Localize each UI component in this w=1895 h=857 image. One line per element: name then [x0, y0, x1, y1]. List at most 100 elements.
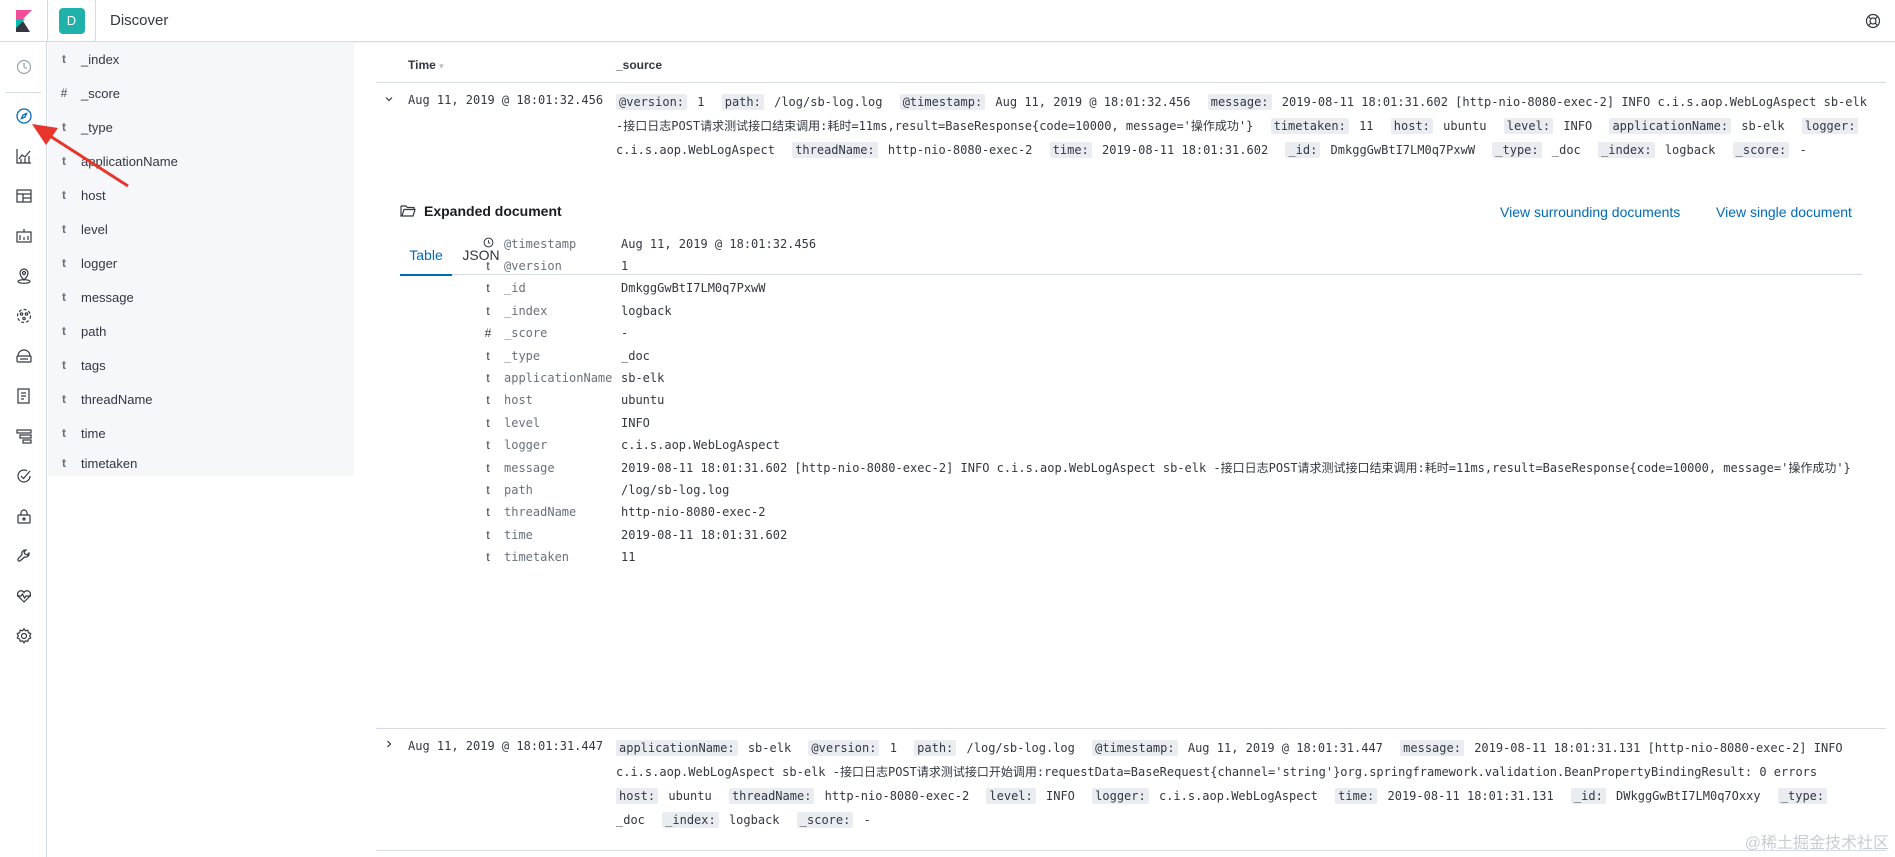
source-field-key: timetaken:: [1270, 118, 1349, 134]
nav-uptime[interactable]: [0, 459, 47, 493]
page-title: Discover: [110, 12, 169, 29]
field-item[interactable]: t host: [48, 178, 354, 212]
row-source: @version: 1 path: /log/sb-log.log @times…: [616, 90, 1872, 162]
source-field-key: time:: [1335, 788, 1378, 804]
field-name: level: [81, 221, 108, 237]
nav-maps[interactable]: [0, 259, 47, 293]
kibana-logo-icon: [15, 9, 32, 32]
nav-infrastructure[interactable]: [0, 339, 47, 373]
row-expand-toggle[interactable]: [382, 737, 396, 751]
source-field-value: _doc: [1551, 143, 1581, 157]
maps-icon: [16, 268, 31, 284]
field-item[interactable]: t path: [48, 314, 354, 348]
source-field-key: _index:: [662, 812, 719, 828]
field-type-icon: t: [62, 290, 66, 304]
doc-field-key: logger: [504, 438, 548, 453]
dev-tools-icon: [16, 549, 30, 562]
doc-field-key: message: [504, 460, 555, 475]
field-type-icon: t: [486, 258, 490, 273]
field-type-icon: t: [62, 392, 66, 406]
field-item[interactable]: t threadName: [48, 382, 354, 416]
nav-apm[interactable]: [0, 419, 47, 453]
tab-table[interactable]: Table: [400, 240, 452, 276]
field-type-icon: t: [486, 393, 490, 408]
expanded-document-title: Expanded document: [424, 203, 562, 219]
kibana-logo[interactable]: [0, 0, 48, 42]
field-type-icon: #: [484, 326, 492, 341]
field-name: message: [81, 289, 134, 305]
clock-icon: [480, 237, 496, 251]
nav-management[interactable]: [0, 619, 47, 653]
field-item[interactable]: t level: [48, 212, 354, 246]
source-field-key: message:: [1400, 740, 1464, 756]
column-header-time-label: Time: [408, 58, 436, 72]
view-surrounding-documents-link[interactable]: View surrounding documents: [1500, 204, 1680, 220]
field-type-icon: t: [62, 222, 66, 236]
space-avatar: D: [58, 7, 85, 34]
field-item[interactable]: t time: [48, 416, 354, 450]
chevron-right-icon: [387, 740, 392, 748]
field-item[interactable]: t timetaken: [48, 450, 354, 476]
source-field-key: applicationName:: [1609, 118, 1732, 134]
source-field-key: applicationName:: [616, 740, 738, 756]
help-menu-button[interactable]: [1861, 9, 1885, 33]
row-expand-toggle[interactable]: [382, 92, 396, 106]
source-field-value: 1: [697, 95, 705, 109]
field-name: _type: [81, 119, 113, 135]
nav-siem[interactable]: [0, 499, 47, 533]
field-name: tags: [81, 357, 106, 373]
space-selector[interactable]: D: [48, 0, 96, 42]
nav-canvas[interactable]: [0, 219, 47, 253]
field-item[interactable]: t tags: [48, 348, 354, 382]
watermark: @稀土掘金技术社区: [1744, 835, 1889, 852]
nav-dashboard[interactable]: [0, 179, 47, 213]
source-field-value: http-nio-8080-exec-2: [824, 789, 970, 803]
nav-logs[interactable]: [0, 379, 47, 413]
logs-icon: [16, 388, 30, 404]
nav-visualize[interactable]: [0, 139, 47, 173]
field-item[interactable]: t applicationName: [48, 144, 354, 178]
nav-divider: [6, 92, 41, 93]
source-field-key: _type:: [1777, 788, 1828, 804]
field-item[interactable]: t logger: [48, 246, 354, 280]
field-item[interactable]: t _index: [48, 42, 354, 76]
nav-machine-learning[interactable]: [0, 299, 47, 333]
source-field-key: level:: [986, 788, 1036, 804]
ml-icon: [16, 308, 31, 324]
doc-field-value: /log/sb-log.log: [621, 482, 730, 497]
doc-field-key: level: [504, 415, 541, 430]
source-field-value: DmkggGwBtI7LM0q7PxwW: [1330, 143, 1476, 157]
dashboard-icon: [15, 189, 32, 203]
doc-field-value: http-nio-8080-exec-2: [621, 505, 766, 520]
apm-icon: [15, 429, 32, 444]
source-field-key: threadName:: [792, 142, 878, 158]
view-single-document-link[interactable]: View single document: [1716, 204, 1852, 220]
source-field-value: /log/sb-log.log: [966, 741, 1075, 755]
nav-dev-tools[interactable]: [0, 539, 47, 573]
doc-field-value: sb-elk: [621, 370, 665, 385]
row-divider: [376, 850, 1886, 851]
row-time: Aug 11, 2019 @ 18:01:32.456: [408, 93, 604, 107]
field-name: applicationName: [81, 153, 178, 169]
field-type-icon: t: [486, 281, 490, 296]
source-field-key: @version:: [616, 94, 688, 110]
nav-discover[interactable]: [0, 99, 47, 133]
field-item[interactable]: t _type: [48, 110, 354, 144]
field-type-icon: t: [486, 370, 490, 385]
source-field-value: _doc: [616, 813, 645, 827]
nav-monitoring[interactable]: [0, 579, 47, 613]
field-name: _score: [81, 85, 121, 101]
column-header-time[interactable]: Time ▾: [408, 58, 444, 72]
doc-field-value: 1: [621, 258, 629, 273]
expanded-document-header: Expanded document: [400, 203, 562, 219]
field-type-icon: t: [62, 256, 66, 270]
field-item[interactable]: t message: [48, 280, 354, 314]
field-type-icon: t: [486, 550, 490, 565]
source-field-value: Aug 11, 2019 @ 18:01:32.456: [995, 95, 1191, 109]
sort-icon[interactable]: ▾: [439, 61, 444, 71]
nav-recent[interactable]: [0, 50, 47, 84]
field-type-icon: t: [486, 348, 490, 363]
field-type-icon: t: [62, 358, 66, 372]
source-field-key: _index:: [1598, 142, 1655, 158]
field-item[interactable]: # _score: [48, 76, 354, 110]
